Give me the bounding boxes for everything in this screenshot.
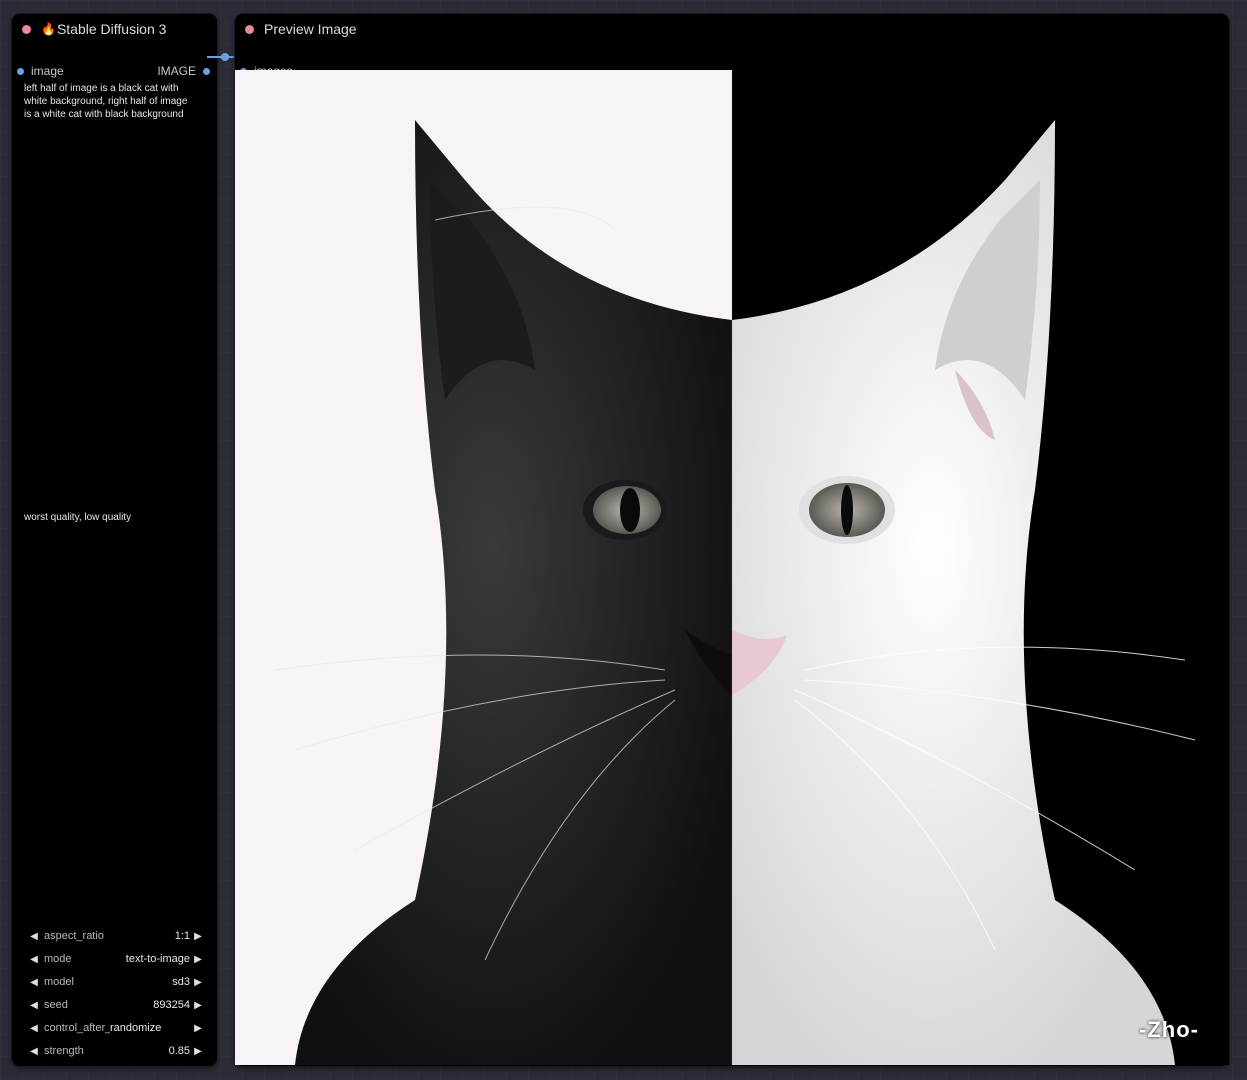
increment-arrow-icon[interactable]: ▶ [192,1046,204,1057]
watermark-label: -Zho- [1139,1017,1199,1042]
flame-icon: 🔥 [41,22,56,36]
widget-value: randomize [110,1022,162,1034]
widget-strength[interactable]: ◀ strength 0.85 ▶ [28,1040,204,1062]
output-slot-type: IMAGE [157,64,196,78]
decrement-arrow-icon[interactable]: ◀ [28,954,40,965]
preview-node-title-bar[interactable]: Preview Image [235,14,1229,44]
increment-arrow-icon[interactable]: ▶ [192,977,204,988]
widget-name: mode [44,953,72,965]
widget-mode[interactable]: ◀ mode text-to-image ▶ [28,948,204,970]
widget-name: model [44,976,74,988]
decrement-arrow-icon[interactable]: ◀ [28,1000,40,1011]
sd3-node[interactable]: 🔥 Stable Diffusion 3 image IMAGE left ha… [12,14,217,1066]
positive-prompt-textarea[interactable]: left half of image is a black cat with w… [24,82,209,121]
negative-prompt-textarea[interactable]: worst quality, low quality [24,511,209,524]
node-collapse-dot-icon[interactable] [22,24,31,34]
decrement-arrow-icon[interactable]: ◀ [28,1046,40,1057]
increment-arrow-icon[interactable]: ▶ [192,931,204,942]
decrement-arrow-icon[interactable]: ◀ [28,977,40,988]
output-slot-label: image [31,64,64,78]
widget-seed[interactable]: ◀ seed 893254 ▶ [28,994,204,1016]
increment-arrow-icon[interactable]: ▶ [192,1023,204,1034]
node-collapse-dot-icon[interactable] [245,24,254,34]
preview-node-title: Preview Image [264,21,357,37]
widget-name: aspect_ratio [44,930,104,942]
output-slot-image-label-row: image [17,64,64,78]
widget-name: control_after_generate [44,1022,110,1034]
output-slot-dot-icon[interactable] [203,67,210,75]
widget-aspect-ratio[interactable]: ◀ aspect_ratio 1:1 ▶ [28,925,204,947]
sd3-node-title-bar[interactable]: 🔥 Stable Diffusion 3 [12,14,217,44]
decrement-arrow-icon[interactable]: ◀ [28,931,40,942]
slot-dot-icon[interactable] [17,67,24,75]
widget-control-after-generate[interactable]: ◀ control_after_generate randomize ▶ [28,1017,204,1039]
cat-image-icon [235,70,1229,1065]
widget-model[interactable]: ◀ model sd3 ▶ [28,971,204,993]
decrement-arrow-icon[interactable]: ◀ [28,1023,40,1034]
sd3-node-title: Stable Diffusion 3 [56,21,167,37]
increment-arrow-icon[interactable]: ▶ [192,1000,204,1011]
increment-arrow-icon[interactable]: ▶ [192,954,204,965]
preview-image[interactable]: -Zho- [235,70,1229,1065]
widget-name: strength [44,1045,84,1057]
widget-name: seed [44,999,68,1011]
output-slot-image-type-row: IMAGE [157,64,210,78]
